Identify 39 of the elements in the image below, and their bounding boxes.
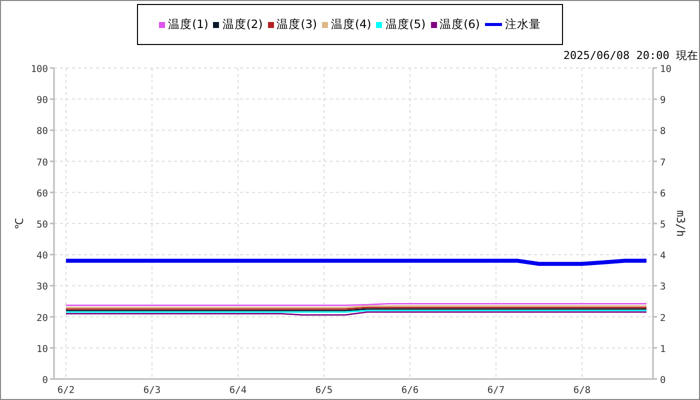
axis-tick-label: 10 (660, 64, 672, 75)
axis-tick-label: 6/3 (143, 385, 161, 396)
axis-tick-label: 50 (36, 220, 48, 230)
axis-tick-label: 6/2 (57, 385, 75, 396)
legend-label: 注水量 (504, 17, 541, 32)
axis-tick-label: 6/5 (315, 385, 333, 396)
axis-tick-label: 20 (36, 312, 48, 324)
axis-tick-label: 40 (36, 250, 48, 262)
axis-tick-label: 6 (660, 188, 666, 200)
axis-tick-label: 6/4 (229, 385, 247, 396)
axis-tick-label: 0 (42, 375, 48, 386)
timestamp: 2025/06/08 20:00 現在 (563, 48, 698, 63)
axis-tick-label: 1 (660, 344, 666, 355)
axis-tick-label: 10 (36, 344, 48, 355)
axis-tick-label: 9 (660, 95, 666, 106)
axis-title: m3/h (674, 210, 687, 237)
axis-tick-label: 80 (36, 126, 48, 138)
axis-tick-label: 7 (660, 157, 666, 168)
axis-tick-label: 70 (36, 157, 48, 168)
axis-tick-label: 6/7 (487, 385, 505, 396)
legend-label: 温度(4) (331, 17, 372, 32)
axis-tick-label: 90 (36, 95, 48, 106)
axis-tick-label: 6/8 (573, 385, 591, 396)
legend-label: 温度(6) (440, 17, 480, 32)
legend-label: 温度(3) (276, 17, 317, 32)
axis-tick-label: 3 (660, 282, 666, 293)
axis-tick-label: 6/6 (401, 385, 419, 396)
axis-title: ℃ (13, 218, 26, 229)
axis-tick-label: 100 (30, 64, 48, 75)
axis-tick-label: 5 (660, 220, 666, 230)
axis-tick-label: 0 (660, 375, 666, 386)
axis-tick-label: 8 (660, 126, 666, 138)
axis-tick-label: 2 (660, 312, 666, 324)
legend-label: 温度(5) (385, 17, 426, 32)
axis-tick-label: 30 (36, 282, 48, 293)
legend-label: 温度(1) (168, 17, 208, 32)
axis-tick-label: 60 (36, 188, 48, 200)
axis-tick-label: 4 (660, 250, 666, 262)
legend-label: 温度(2) (222, 17, 263, 32)
